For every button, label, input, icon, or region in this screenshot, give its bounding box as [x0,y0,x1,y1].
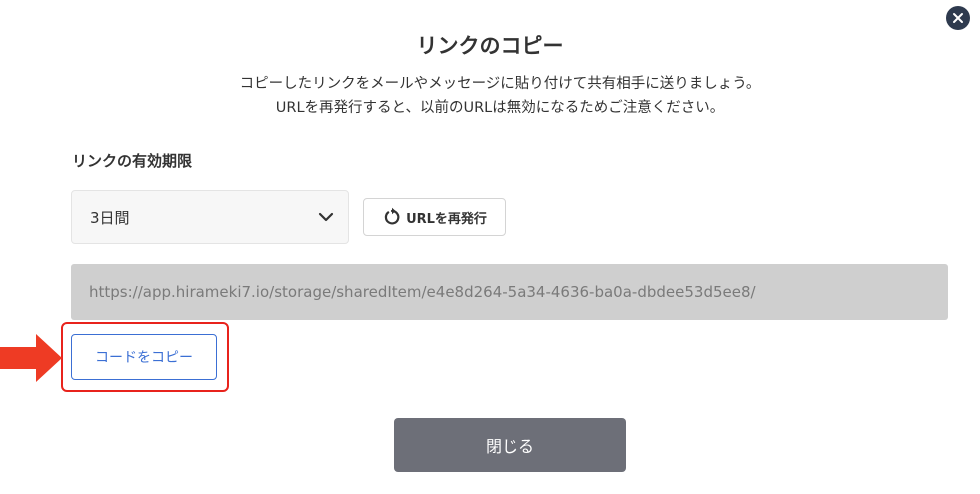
modal-close-button[interactable] [946,6,970,30]
expiry-label: リンクの有効期限 [72,152,193,170]
arrow-right-icon [0,334,62,382]
chevron-down-icon [318,212,334,222]
copy-code-button[interactable]: コードをコピー [71,334,217,380]
modal-description: コピーしたリンクをメールやメッセージに貼り付けて共有相手に送りましょう。 URL… [0,72,980,120]
expiry-selected-value: 3日間 [90,208,130,227]
reissue-url-label: URLを再発行 [406,211,487,227]
description-line-1: コピーしたリンクをメールやメッセージに貼り付けて共有相手に送りましょう。 [239,76,761,92]
close-icon [953,13,963,23]
close-button[interactable]: 閉じる [394,418,626,472]
share-url-field[interactable] [71,264,948,320]
modal-title: リンクのコピー [416,34,564,58]
description-line-2: URLを再発行すると、以前のURLは無効になるためご注意ください。 [275,100,725,116]
link-copy-modal: リンクのコピー コピーしたリンクをメールやメッセージに貼り付けて共有相手に送りま… [0,0,980,494]
expiry-select[interactable]: 3日間 [71,190,349,244]
reissue-url-button[interactable]: URLを再発行 [363,198,506,236]
refresh-icon [384,207,400,225]
